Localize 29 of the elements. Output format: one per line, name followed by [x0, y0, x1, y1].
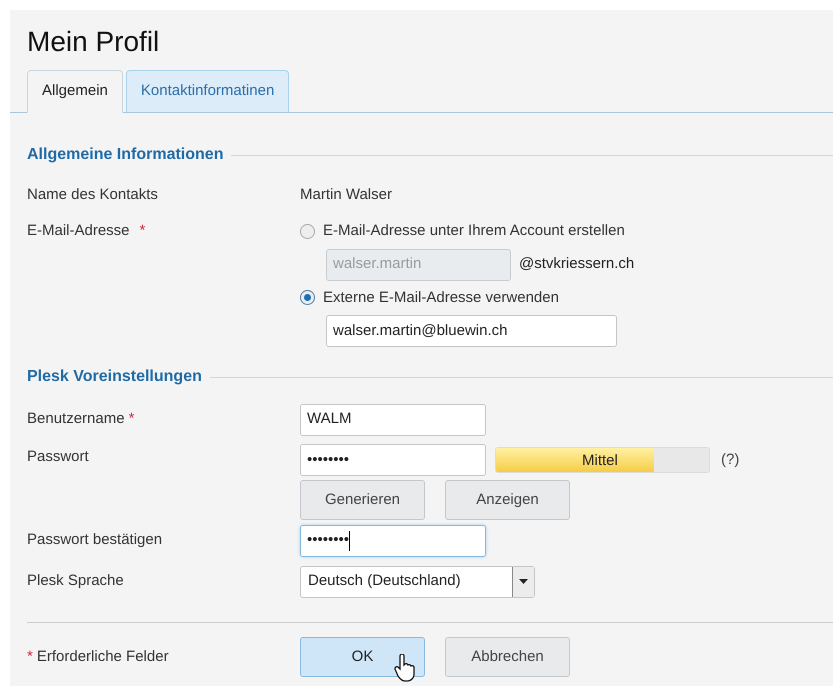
- help-link[interactable]: (?): [721, 448, 740, 472]
- field-label: Benutzername: [27, 409, 125, 430]
- required-note: Erforderliche Felder: [36, 646, 169, 667]
- page-title: Mein Profil: [26, 25, 160, 59]
- tab[interactable]: Kontaktinformatinen: [126, 70, 290, 112]
- language-dropdown[interactable]: Deutsch (Deutschland): [300, 566, 535, 598]
- field-label: E-Mail-Adresse: [27, 221, 130, 241]
- required-mark: *: [140, 221, 146, 241]
- button[interactable]: Generieren: [300, 480, 425, 520]
- tab[interactable]: Allgemein: [27, 70, 123, 113]
- field-label: Plesk Sprache: [27, 571, 124, 592]
- input-field[interactable]: ••••••••: [300, 524, 486, 556]
- field-label: Passwort: [27, 447, 89, 467]
- input-field[interactable]: walser.martin@bluewin.ch: [326, 315, 617, 347]
- section-heading: Allgemeine Informationen: [27, 145, 224, 165]
- option-label: E-Mail-Adresse unter Ihrem Account erstellen: [323, 221, 625, 241]
- required-mark: *: [27, 646, 33, 667]
- option-label: Externe E-Mail-Adresse verwenden: [323, 288, 559, 308]
- field-value: Martin Walser: [300, 185, 392, 206]
- domain-suffix: @stvkriessern.ch: [519, 254, 634, 274]
- strength-label: Mittel: [582, 451, 618, 471]
- field-label: Passwort bestätigen: [27, 530, 162, 550]
- field-label: Name des Kontakts: [27, 185, 158, 206]
- input-field[interactable]: ••••••••: [300, 444, 486, 476]
- button[interactable]: Anzeigen: [445, 480, 570, 520]
- cancel-button[interactable]: Abbrechen: [445, 637, 570, 677]
- section-heading: Plesk Voreinstellungen: [27, 367, 202, 387]
- required-mark: *: [128, 409, 134, 430]
- input-field[interactable]: WALM: [300, 404, 486, 436]
